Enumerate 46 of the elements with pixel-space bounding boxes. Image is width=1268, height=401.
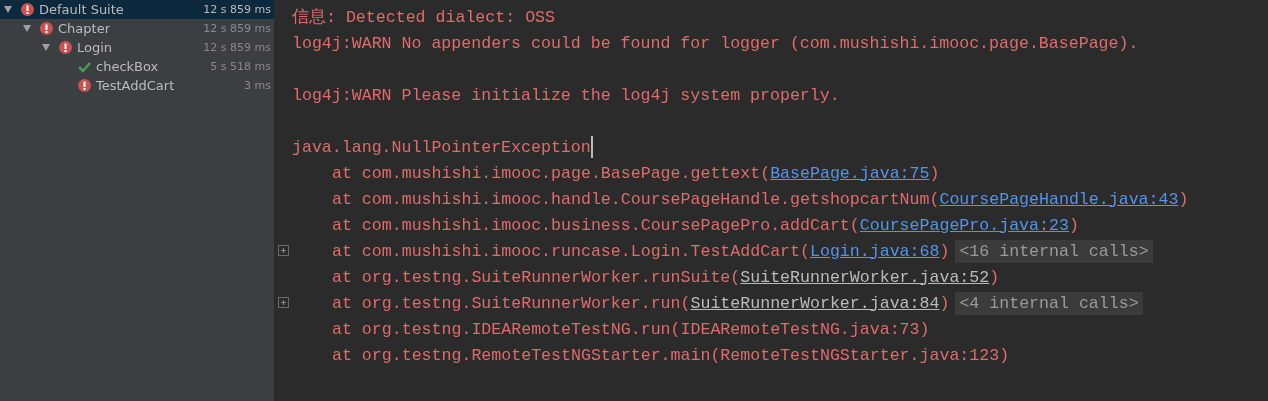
test-name: Chapter [58,21,111,36]
tree-row[interactable]: checkBox 5 s 518 ms [0,57,274,76]
console-line: log4j:WARN No appenders could be found for logger (com.mushishi.imooc.page.BasePage). [292,33,1139,53]
tree-row[interactable]: Chapter 12 s 859 ms [0,19,274,38]
console-line: log4j:WARN Please initialize the log4j system properly. [292,85,840,105]
stack-frame-end: ) [1178,189,1189,209]
folded-calls[interactable]: <4 internal calls> [955,291,1143,315]
stack-frame: at com.mushishi.imooc.page.BasePage.gettext( [332,163,771,183]
expand-icon[interactable] [278,297,289,308]
expand-down-icon[interactable] [23,25,31,32]
stack-frame: at org.testng.IDEARemoteTestNG.run(IDEARemoteTestNG.java:73) [332,319,930,339]
source-link[interactable]: CoursePagePro.java:23 [859,215,1069,235]
stack-frame-end: ) [929,163,940,183]
stack-frame: at org.testng.SuiteRunnerWorker.run( [332,293,691,313]
duration: 12 s 859 ms [203,3,271,16]
stack-frame: at com.mushishi.imooc.runcase.Login.TestAddCart( [332,241,810,261]
expand-down-icon[interactable] [42,44,50,51]
stack-frame-end: ) [989,267,1000,287]
tree-row[interactable]: Default Suite 12 s 859 ms [0,0,274,19]
source-link[interactable]: SuiteRunnerWorker.java:52 [740,267,990,287]
source-link[interactable]: CoursePageHandle.java:43 [939,189,1179,209]
stack-frame: at org.testng.RemoteTestNGStarter.main(RemoteTestNGStarter.java:123) [332,345,1010,365]
test-name: Login [77,40,114,55]
console-line: java.lang.NullPointerException [292,137,591,157]
stack-frame: at org.testng.SuiteRunnerWorker.runSuite( [332,267,741,287]
console-line: 信息: Detected dialect: OSS [292,7,556,28]
test-name: checkBox [96,59,160,74]
stack-frame-end: ) [1068,215,1079,235]
source-link[interactable]: BasePage.java:75 [770,163,930,183]
stack-frame: at com.mushishi.imooc.handle.CoursePageHandle.getshopcartNum( [332,189,940,209]
stack-frame-end: ) [939,293,950,313]
duration: 12 s 859 ms [203,22,271,35]
stack-frame: at com.mushishi.imooc.business.CoursePagePro.addCart( [332,215,860,235]
duration: 5 s 518 ms [210,60,271,73]
stack-frame-end: ) [939,241,950,261]
expand-down-icon[interactable] [4,6,12,13]
source-link[interactable]: SuiteRunnerWorker.java:84 [690,293,940,313]
folded-calls[interactable]: <16 internal calls> [955,239,1153,263]
tree-row[interactable]: TestAddCart 3 ms [0,76,274,95]
expand-icon[interactable] [278,245,289,256]
source-link[interactable]: Login.java:68 [810,241,940,261]
tree-row[interactable]: Login 12 s 859 ms [0,38,274,57]
duration: 12 s 859 ms [203,41,271,54]
duration: 3 ms [244,79,271,92]
test-name: TestAddCart [96,78,176,93]
test-name: Default Suite [39,2,125,17]
